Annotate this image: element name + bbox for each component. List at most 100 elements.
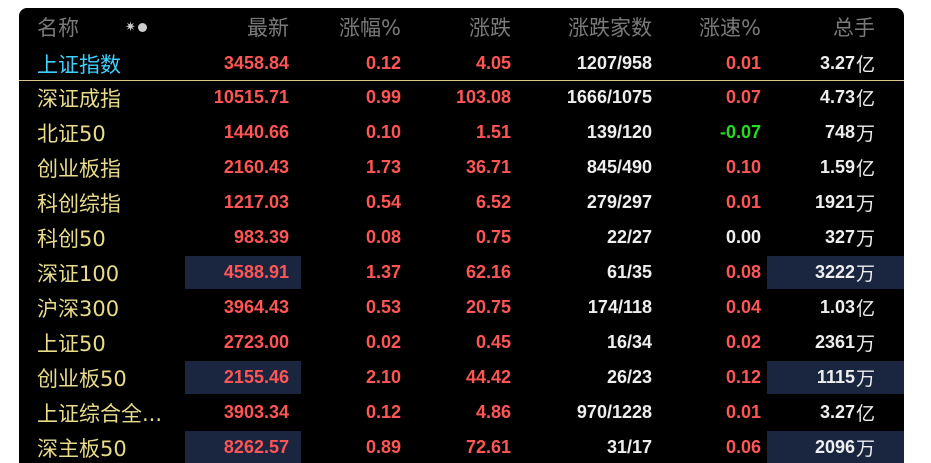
advance-decline-count: 970/1228 <box>576 402 652 422</box>
change-percent: 0.10 <box>365 122 401 142</box>
advance-decline-count: 845/490 <box>586 157 652 177</box>
change-speed: 0.08 <box>725 262 761 282</box>
index-name: 创业板指 <box>37 156 121 181</box>
table-row[interactable]: 沪深300 3964.43 0.53 20.75 174/118 0.04 1.03 亿 <box>19 290 904 325</box>
index-name: 深证成指 <box>37 86 121 111</box>
volume-unit: 亿 <box>855 403 875 425</box>
index-name: 科创综指 <box>37 191 121 216</box>
latest-price: 10515.71 <box>213 87 289 107</box>
advance-decline-count: 139/120 <box>586 122 652 142</box>
change-value: 103.08 <box>455 87 511 107</box>
volume-unit: 万 <box>855 438 875 460</box>
advance-decline-count: 279/297 <box>586 192 652 212</box>
latest-price: 3964.43 <box>223 297 289 317</box>
change-percent: 0.54 <box>365 192 401 212</box>
advance-decline-count: 31/17 <box>606 437 652 457</box>
change-value: 1.51 <box>475 122 511 142</box>
change-value: 20.75 <box>465 297 511 317</box>
index-name: 上证50 <box>37 331 106 356</box>
volume-number: 1.59 <box>819 157 855 177</box>
index-name: 科创50 <box>37 226 106 251</box>
total-volume: 1.59 亿 <box>767 150 875 185</box>
change-speed: 0.04 <box>725 297 761 317</box>
table-row[interactable]: 上证50 2723.00 0.02 0.45 16/34 0.02 2361 万 <box>19 325 904 360</box>
column-header-change[interactable]: 涨跌 <box>419 8 511 46</box>
change-value: 4.05 <box>475 53 511 73</box>
table-row[interactable]: 上证综合全... 3903.34 0.12 4.86 970/1228 0.01 3.27 亿 <box>19 395 904 430</box>
total-volume: 327 万 <box>767 220 875 255</box>
change-value: 36.71 <box>465 157 511 177</box>
total-volume: 2361 万 <box>767 325 875 360</box>
column-header-volume[interactable]: 总手 <box>767 8 875 46</box>
total-volume: 3.27 亿 <box>767 395 875 430</box>
advance-decline-count: 22/27 <box>606 227 652 247</box>
volume-number: 1115 <box>816 367 855 387</box>
change-speed: 0.00 <box>725 227 761 247</box>
table-row[interactable]: 深主板50 8262.57 0.89 72.61 31/17 0.06 2096 万 <box>19 430 904 463</box>
volume-unit: 亿 <box>855 298 875 320</box>
change-percent: 0.89 <box>365 437 401 457</box>
advance-decline-count: 1666/1075 <box>566 87 652 107</box>
total-volume: 4.73 亿 <box>767 80 875 115</box>
latest-price: 4588.91 <box>223 262 289 282</box>
change-value: 62.16 <box>465 262 511 282</box>
volume-unit: 亿 <box>855 158 875 180</box>
table-row[interactable]: 创业板指 2160.43 1.73 36.71 845/490 0.10 1.59 亿 <box>19 150 904 185</box>
advance-decline-count: 16/34 <box>606 332 652 352</box>
change-percent: 0.08 <box>365 227 401 247</box>
latest-price: 2160.43 <box>223 157 289 177</box>
volume-number: 1921 <box>814 192 855 212</box>
column-header-speed[interactable]: 涨速% <box>669 8 761 46</box>
table-header: 名称 ✷ 最新 涨幅% 涨跌 涨跌家数 涨速% 总手 <box>19 8 904 46</box>
index-name: 北证50 <box>37 121 106 146</box>
change-percent: 0.02 <box>365 332 401 352</box>
volume-unit: 亿 <box>855 54 875 76</box>
column-header-change-percent[interactable]: 涨幅% <box>309 8 401 46</box>
table-row[interactable]: 科创综指 1217.03 0.54 6.52 279/297 0.01 1921 万 <box>19 185 904 220</box>
table-row[interactable]: 深证100 4588.91 1.37 62.16 61/35 0.08 3222 万 <box>19 255 904 290</box>
table-row[interactable]: 深证成指 10515.71 0.99 103.08 1666/1075 0.07 4.73 亿 <box>19 80 904 115</box>
advance-decline-count: 1207/958 <box>576 53 652 73</box>
change-percent: 1.37 <box>365 262 401 282</box>
change-percent: 2.10 <box>365 367 401 387</box>
column-header-advance-decline[interactable]: 涨跌家数 <box>539 8 652 46</box>
index-name: 上证综合全... <box>37 401 163 426</box>
volume-unit: 万 <box>855 333 875 355</box>
total-volume: 3.27 亿 <box>767 46 875 81</box>
change-percent: 0.12 <box>365 53 401 73</box>
index-name: 沪深300 <box>37 296 120 321</box>
total-volume: 1921 万 <box>767 185 875 220</box>
volume-unit: 万 <box>855 123 875 145</box>
volume-number: 327 <box>824 227 855 247</box>
latest-price: 1217.03 <box>223 192 289 212</box>
volume-number: 2361 <box>814 332 855 352</box>
index-name: 上证指数 <box>37 52 121 77</box>
volume-number: 3.27 <box>819 53 855 73</box>
column-header-name[interactable]: 名称 <box>37 8 187 46</box>
advance-decline-count: 61/35 <box>606 262 652 282</box>
change-percent: 1.73 <box>365 157 401 177</box>
change-speed: -0.07 <box>719 122 761 142</box>
change-value: 72.61 <box>465 437 511 457</box>
table-row[interactable]: 北证50 1440.66 0.10 1.51 139/120 -0.07 748 万 <box>19 115 904 150</box>
table-row[interactable]: 科创50 983.39 0.08 0.75 22/27 0.00 327 万 <box>19 220 904 255</box>
advance-decline-count: 174/118 <box>587 297 652 317</box>
change-value: 6.52 <box>475 192 511 212</box>
index-name: 深主板50 <box>37 436 127 461</box>
total-volume: 748 万 <box>767 115 875 150</box>
table-row[interactable]: 创业板50 2155.46 2.10 44.42 26/23 0.12 1115 万 <box>19 360 904 395</box>
change-speed: 0.02 <box>725 332 761 352</box>
total-volume: 1.03 亿 <box>767 290 875 325</box>
column-header-latest[interactable]: 最新 <box>185 8 289 46</box>
index-name: 深证100 <box>37 261 120 286</box>
volume-unit: 万 <box>855 368 875 390</box>
volume-unit: 亿 <box>855 88 875 110</box>
sort-toggle-icon[interactable]: ✷ <box>125 8 147 46</box>
advance-decline-count: 26/23 <box>606 367 652 387</box>
table-row[interactable]: 上证指数 3458.84 0.12 4.05 1207/958 0.01 3.27 亿 <box>19 46 904 81</box>
volume-number: 2096 <box>814 437 855 457</box>
latest-price: 8262.57 <box>223 437 289 457</box>
change-speed: 0.01 <box>725 402 761 422</box>
latest-price: 2723.00 <box>223 332 289 352</box>
change-percent: 0.99 <box>365 87 401 107</box>
